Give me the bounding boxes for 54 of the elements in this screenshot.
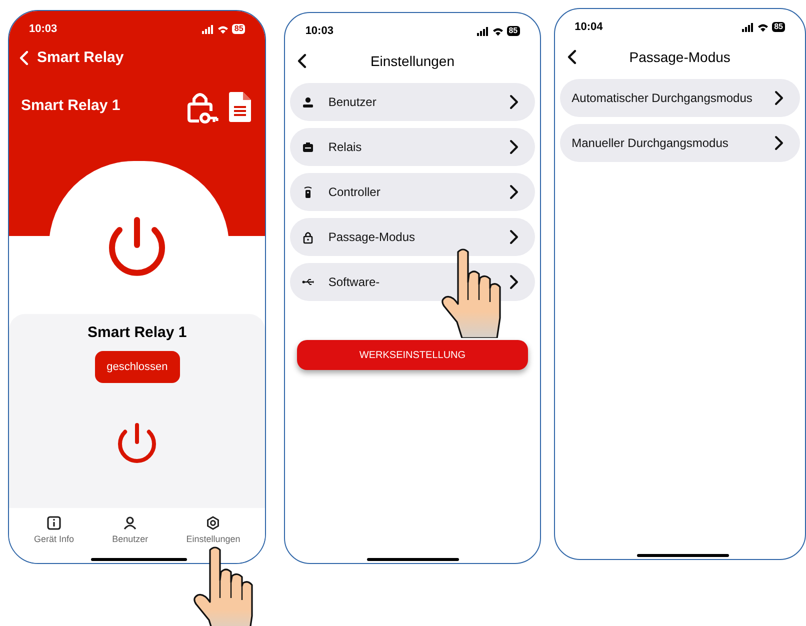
battery-level: 85	[232, 24, 246, 34]
battery-level: 85	[506, 26, 520, 36]
device-name: Smart Relay 1	[88, 323, 187, 343]
screen-title: Passage-Modus	[629, 48, 730, 67]
battery-level: 85	[772, 22, 785, 32]
info-icon	[47, 516, 62, 530]
row-label: Automatischer Durchgangsmodus	[572, 90, 754, 107]
status-time: 10:03	[305, 24, 334, 39]
briefcase-icon	[302, 140, 314, 154]
back-icon	[19, 50, 29, 66]
signal-icon	[742, 22, 754, 32]
settings-row[interactable]: Controller	[290, 173, 535, 211]
signal-icon	[202, 24, 214, 34]
chevron-icon	[508, 184, 519, 200]
signal-icon	[476, 26, 489, 36]
settings-row[interactable]: Automatischer Durchgangsmodus	[560, 79, 800, 117]
chevron-icon	[774, 90, 784, 106]
row-label: Benutzer	[328, 94, 378, 111]
user-icon	[302, 96, 314, 108]
status-time: 10:04	[574, 20, 603, 35]
chevron-icon	[774, 135, 784, 151]
row-label: Relais	[328, 139, 363, 156]
document-icon[interactable]	[227, 90, 254, 122]
chevron-icon	[508, 94, 519, 110]
tab-item[interactable]: Einstellungen	[186, 516, 240, 546]
wifi-icon	[492, 26, 504, 36]
settings-row[interactable]: Benutzer	[290, 83, 535, 121]
wifi-icon	[217, 24, 230, 34]
screen-title: Einstellungen	[370, 52, 454, 71]
user-icon	[123, 516, 138, 530]
state-button[interactable]: geschlossen	[94, 350, 180, 383]
settings-row[interactable]: Relais	[290, 128, 535, 166]
wifi-icon	[757, 22, 770, 32]
row-label: Controller	[328, 184, 382, 201]
tab-item[interactable]: Benutzer	[112, 516, 148, 546]
status-time: 10:03	[29, 22, 58, 37]
gear-icon	[206, 516, 220, 530]
power-icon[interactable]	[116, 421, 158, 463]
remote-icon	[302, 186, 314, 198]
row-label: Passage-Modus	[328, 229, 416, 246]
row-label: Software-	[328, 274, 381, 291]
tab-item[interactable]: Gerät Info	[34, 516, 74, 546]
reset-button[interactable]: WERKSEINSTELLUNG	[297, 340, 528, 370]
settings-row[interactable]: Passage-Modus	[290, 218, 535, 256]
back-button[interactable]: Smart Relay	[19, 47, 124, 70]
settings-row[interactable]: Manueller Durchgangsmodus	[560, 124, 800, 162]
back-icon[interactable]	[297, 53, 308, 69]
chevron-icon	[508, 229, 519, 245]
back-icon[interactable]	[566, 49, 577, 65]
row-label: Manueller Durchgangsmodus	[572, 135, 730, 152]
chevron-icon	[508, 274, 519, 290]
chevron-icon	[508, 139, 519, 155]
lock-icon	[302, 230, 314, 244]
device-name: Smart Relay 1	[21, 96, 120, 116]
